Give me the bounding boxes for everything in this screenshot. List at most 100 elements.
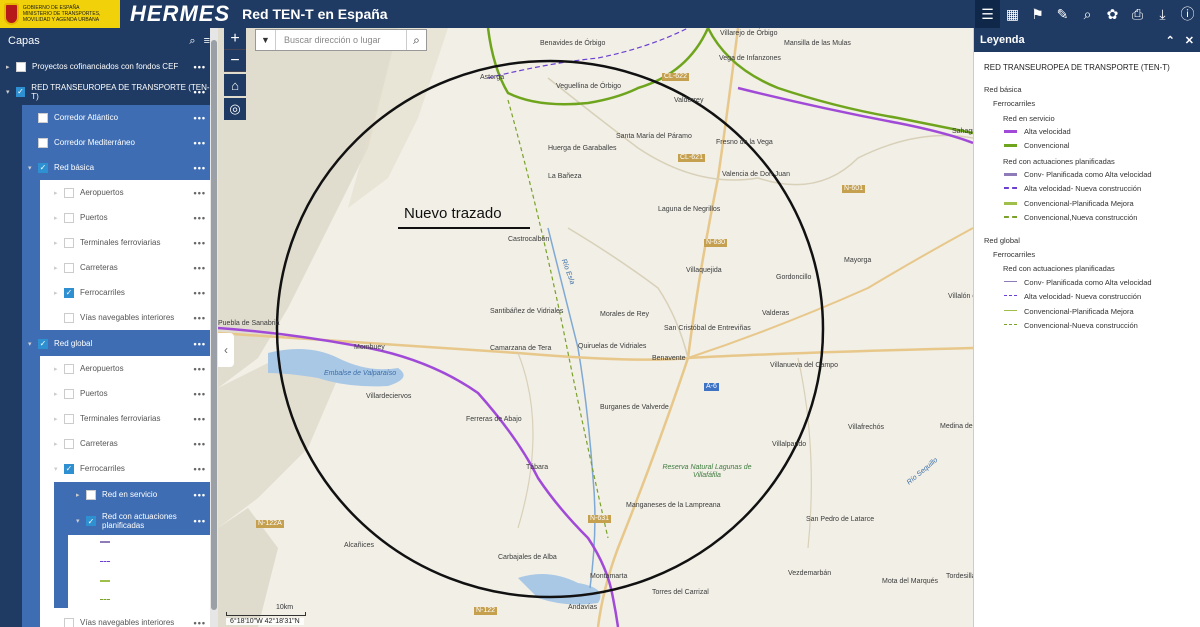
- layer-item[interactable]: ▸ ✓ Ferrocarriles •••: [40, 280, 210, 305]
- search-input[interactable]: Buscar dirección o lugar: [276, 35, 406, 45]
- layer-item[interactable]: ▾ ✓ RED TRANSEUROPEA DE TRANSPORTE (TEN-…: [0, 79, 210, 104]
- layer-item[interactable]: ▸ Terminales ferroviarias •••: [40, 406, 210, 431]
- expand-arrow-icon[interactable]: ▸: [54, 239, 64, 247]
- measure-icon[interactable]: ✎: [1050, 0, 1075, 28]
- search-icon[interactable]: ⌕: [189, 35, 195, 48]
- layer-checkbox[interactable]: ✓: [38, 162, 48, 173]
- expand-arrow-icon[interactable]: ▸: [54, 440, 64, 448]
- more-options-icon[interactable]: •••: [194, 238, 206, 248]
- more-options-icon[interactable]: •••: [194, 339, 206, 349]
- grid-icon[interactable]: ▦: [1000, 0, 1025, 28]
- layer-item[interactable]: Corredor Mediterráneo •••: [22, 130, 210, 155]
- more-options-icon[interactable]: •••: [194, 138, 206, 148]
- more-options-icon[interactable]: •••: [194, 113, 206, 123]
- layer-item[interactable]: ▸ Puertos •••: [40, 381, 210, 406]
- layer-checkbox[interactable]: [16, 61, 26, 72]
- zoom-in-button[interactable]: +: [224, 28, 246, 50]
- expand-arrow-icon[interactable]: ▸: [54, 264, 64, 272]
- layer-checkbox[interactable]: [64, 237, 74, 248]
- layer-item[interactable]: ▸ Carreteras •••: [40, 431, 210, 456]
- bookmark-icon[interactable]: ⚑: [1025, 0, 1050, 28]
- chevron-down-icon[interactable]: ▼: [256, 30, 276, 50]
- layer-checkbox[interactable]: [38, 137, 48, 148]
- collapse-arrow-icon[interactable]: ▾: [28, 340, 38, 348]
- collapse-arrow-icon[interactable]: ▾: [76, 517, 86, 525]
- layer-checkbox[interactable]: ✓: [38, 338, 48, 349]
- more-options-icon[interactable]: •••: [194, 188, 206, 198]
- more-options-icon[interactable]: •••: [194, 490, 206, 500]
- more-options-icon[interactable]: •••: [194, 414, 206, 424]
- expand-arrow-icon[interactable]: ▸: [54, 189, 64, 197]
- more-options-icon[interactable]: •••: [194, 516, 206, 526]
- layer-checkbox[interactable]: ✓: [64, 287, 74, 298]
- layer-checkbox[interactable]: [38, 112, 48, 123]
- more-options-icon[interactable]: •••: [194, 87, 206, 97]
- info-icon[interactable]: ⓘ: [1175, 0, 1200, 28]
- collapse-panel-button[interactable]: ‹: [218, 333, 234, 367]
- expand-arrow-icon[interactable]: ▸: [54, 214, 64, 222]
- more-options-icon[interactable]: •••: [194, 263, 206, 273]
- close-icon[interactable]: ✕: [1185, 34, 1194, 47]
- layer-item[interactable]: Vías navegables interiores •••: [40, 610, 210, 627]
- layer-item[interactable]: ▾ ✓ Red básica •••: [22, 155, 210, 180]
- more-options-icon[interactable]: •••: [194, 389, 206, 399]
- layer-item[interactable]: ▸ Terminales ferroviarias •••: [40, 230, 210, 255]
- expand-arrow-icon[interactable]: ▸: [6, 63, 16, 71]
- home-button[interactable]: ⌂: [224, 74, 246, 96]
- more-options-icon[interactable]: •••: [194, 439, 206, 449]
- layer-checkbox[interactable]: [64, 363, 74, 374]
- layer-item[interactable]: ▸ Carreteras •••: [40, 255, 210, 280]
- expand-arrow-icon[interactable]: ▸: [54, 365, 64, 373]
- layer-checkbox[interactable]: [64, 617, 74, 627]
- palette-icon[interactable]: ✿: [1100, 0, 1125, 28]
- legend-swatch: [1004, 144, 1017, 147]
- more-options-icon[interactable]: •••: [194, 618, 206, 627]
- expand-arrow-icon[interactable]: ▸: [54, 289, 64, 297]
- layer-checkbox[interactable]: ✓: [86, 516, 96, 526]
- expand-arrow-icon[interactable]: ▸: [54, 390, 64, 398]
- expand-arrow-icon[interactable]: ▸: [76, 491, 86, 499]
- layer-checkbox[interactable]: [64, 187, 74, 198]
- more-options-icon[interactable]: •••: [194, 364, 206, 374]
- more-options-icon[interactable]: •••: [194, 288, 206, 298]
- layer-item[interactable]: ▸ Aeropuertos •••: [40, 180, 210, 205]
- layer-checkbox[interactable]: ✓: [15, 86, 26, 97]
- locate-button[interactable]: ◎: [224, 98, 246, 120]
- layer-checkbox[interactable]: [64, 413, 74, 424]
- layer-checkbox[interactable]: [64, 438, 74, 449]
- layer-item[interactable]: ▾ ✓ Red global •••: [22, 331, 210, 356]
- more-options-icon[interactable]: •••: [194, 464, 206, 474]
- layer-checkbox[interactable]: [64, 262, 74, 273]
- more-options-icon[interactable]: •••: [194, 313, 206, 323]
- expand-arrow-icon[interactable]: ▸: [54, 415, 64, 423]
- download-icon[interactable]: ⤓: [1150, 0, 1175, 28]
- layer-label: Ferrocarriles: [80, 288, 125, 297]
- layer-item[interactable]: Vías navegables interiores •••: [40, 305, 210, 330]
- layer-checkbox[interactable]: [64, 212, 74, 223]
- collapse-arrow-icon[interactable]: ▾: [54, 465, 64, 473]
- layer-checkbox[interactable]: [86, 489, 96, 500]
- layer-item[interactable]: ▾ ✓ Red con actuaciones planificadas •••: [54, 507, 210, 535]
- layer-item[interactable]: ▸ Puertos •••: [40, 205, 210, 230]
- layer-item[interactable]: ▸ Proyectos cofinanciados con fondos CEF…: [0, 54, 210, 79]
- layers-scrollbar-thumb[interactable]: [211, 40, 217, 610]
- more-options-icon[interactable]: •••: [194, 163, 206, 173]
- layer-checkbox[interactable]: [64, 312, 74, 323]
- layer-item[interactable]: ▸ Red en servicio •••: [54, 482, 210, 507]
- search-zoom-icon[interactable]: ⌕: [1075, 0, 1100, 28]
- collapse-arrow-icon[interactable]: ▾: [6, 88, 16, 96]
- layer-item[interactable]: ▾ ✓ Ferrocarriles •••: [40, 456, 210, 481]
- map-view[interactable]: Benavides de Órbigo Villarejo de Órbigo …: [218, 28, 973, 627]
- layer-item[interactable]: Corredor Atlántico •••: [22, 105, 210, 130]
- print-icon[interactable]: ⎙: [1125, 0, 1150, 28]
- more-options-icon[interactable]: •••: [194, 62, 206, 72]
- search-button[interactable]: ⌕: [406, 30, 426, 50]
- zoom-out-button[interactable]: −: [224, 50, 246, 72]
- chevron-up-icon[interactable]: ⌃: [1166, 34, 1175, 47]
- more-options-icon[interactable]: •••: [194, 213, 206, 223]
- layer-item[interactable]: ▸ Aeropuertos •••: [40, 356, 210, 381]
- layer-checkbox[interactable]: ✓: [64, 463, 74, 474]
- list-icon[interactable]: ☰: [975, 0, 1000, 28]
- collapse-arrow-icon[interactable]: ▾: [28, 164, 38, 172]
- layer-checkbox[interactable]: [64, 388, 74, 399]
